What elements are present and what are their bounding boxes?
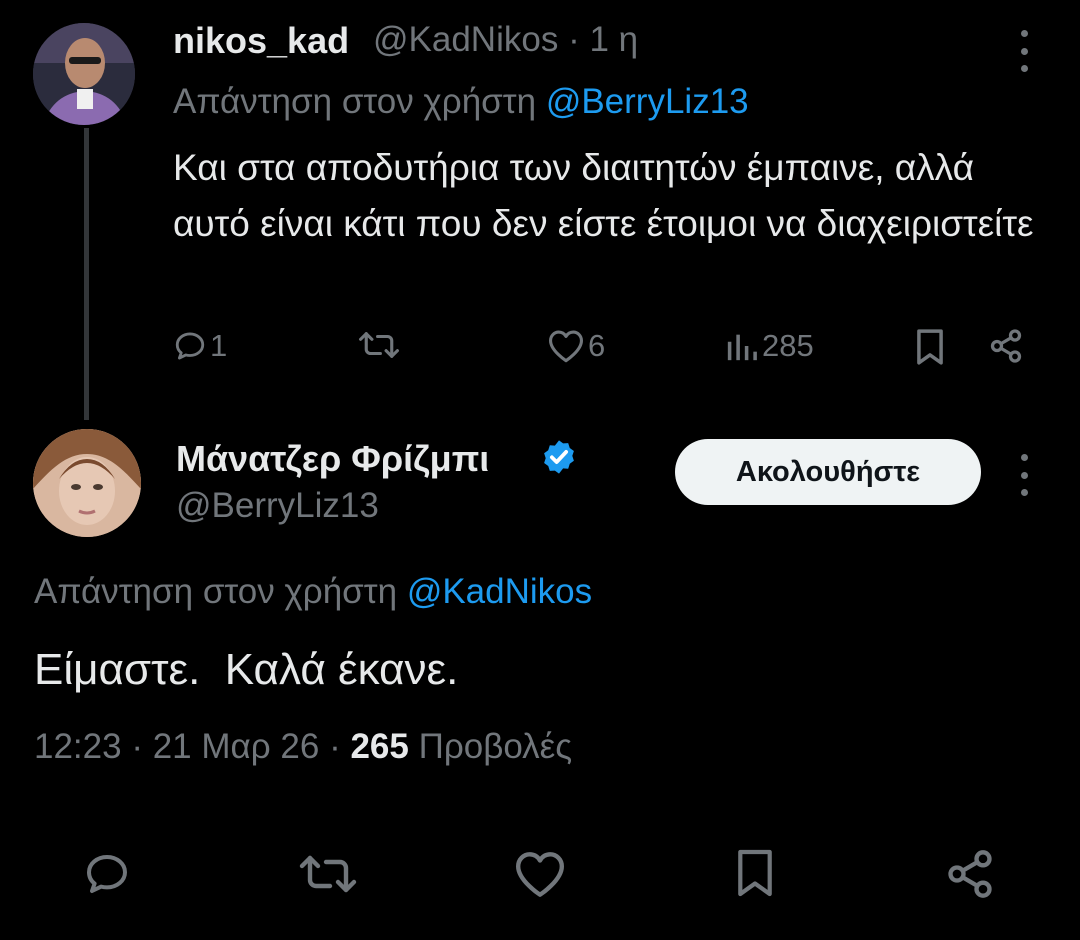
time-ago[interactable]: 1 η xyxy=(589,20,638,59)
author-name[interactable]: Μάνατζερ Φρίζμπι xyxy=(176,438,489,480)
views-icon xyxy=(727,334,757,361)
replying-to-line: Απάντηση στον χρήστη @KadNikos xyxy=(34,572,592,612)
share-icon xyxy=(948,850,992,898)
reply-icon xyxy=(175,332,205,360)
replying-to-line: Απάντηση στον χρήστη @BerryLiz13 xyxy=(173,82,749,122)
reply-count: 1 xyxy=(210,328,228,363)
views-count: 265 xyxy=(350,727,409,766)
share-button[interactable] xyxy=(988,328,1024,364)
replying-prefix: Απάντηση στον χρήστη xyxy=(34,572,398,611)
share-button[interactable] xyxy=(944,848,996,900)
heart-icon xyxy=(516,852,564,897)
replying-to-mention[interactable]: @KadNikos xyxy=(407,572,592,611)
views-count: 285 xyxy=(762,328,814,363)
like-button[interactable]: 6 xyxy=(547,328,605,364)
views-button[interactable]: 285 xyxy=(725,328,814,364)
follow-button[interactable]: Ακολουθήστε xyxy=(675,439,981,505)
replying-prefix: Απάντηση στον χρήστη xyxy=(173,82,537,121)
heart-icon xyxy=(549,330,583,363)
tweet-date[interactable]: 21 Μαρ 26 xyxy=(153,727,320,766)
retweet-button[interactable] xyxy=(356,328,405,362)
avatar-berryliz13[interactable] xyxy=(33,429,141,537)
bookmark-icon xyxy=(738,849,772,897)
retweet-icon xyxy=(359,332,399,358)
author-name[interactable]: nikos_kad xyxy=(173,20,349,62)
tweet-text: Και στα αποδυτήρια των διαιτητών έμπαινε… xyxy=(173,147,1034,244)
bookmark-button[interactable] xyxy=(734,846,776,900)
verified-badge-icon xyxy=(544,440,574,474)
more-vertical-icon[interactable] xyxy=(1018,454,1030,496)
tweet-time[interactable]: 12:23 xyxy=(34,727,122,766)
retweet-button[interactable] xyxy=(296,850,360,898)
reply-button[interactable] xyxy=(80,850,134,898)
views-label: Προβολές xyxy=(418,727,573,766)
timestamp-row: 12:23 · 21 Μαρ 26 · 265 Προβολές xyxy=(34,727,572,767)
thread-connector-line xyxy=(84,128,89,420)
avatar-nikos-kad[interactable] xyxy=(33,23,135,125)
timestamp-separator: · xyxy=(329,727,341,766)
bookmark-button[interactable] xyxy=(913,328,947,366)
tweet-text: Είμαστε. Καλά έκανε. xyxy=(34,645,459,694)
like-count: 6 xyxy=(588,328,606,363)
like-button[interactable] xyxy=(512,850,568,898)
share-icon xyxy=(990,329,1022,363)
meta-separator: · xyxy=(568,20,580,59)
reply-button[interactable]: 1 xyxy=(173,328,227,364)
reply-icon xyxy=(87,855,127,893)
replying-to-mention[interactable]: @BerryLiz13 xyxy=(546,82,749,121)
timestamp-separator: · xyxy=(131,727,143,766)
more-vertical-icon[interactable] xyxy=(1018,30,1030,72)
author-handle[interactable]: @BerryLiz13 xyxy=(176,486,379,526)
author-handle[interactable]: @KadNikos xyxy=(373,20,558,59)
retweet-icon xyxy=(299,855,357,893)
bookmark-icon xyxy=(917,329,943,365)
author-meta: @KadNikos · 1 η xyxy=(373,20,638,60)
